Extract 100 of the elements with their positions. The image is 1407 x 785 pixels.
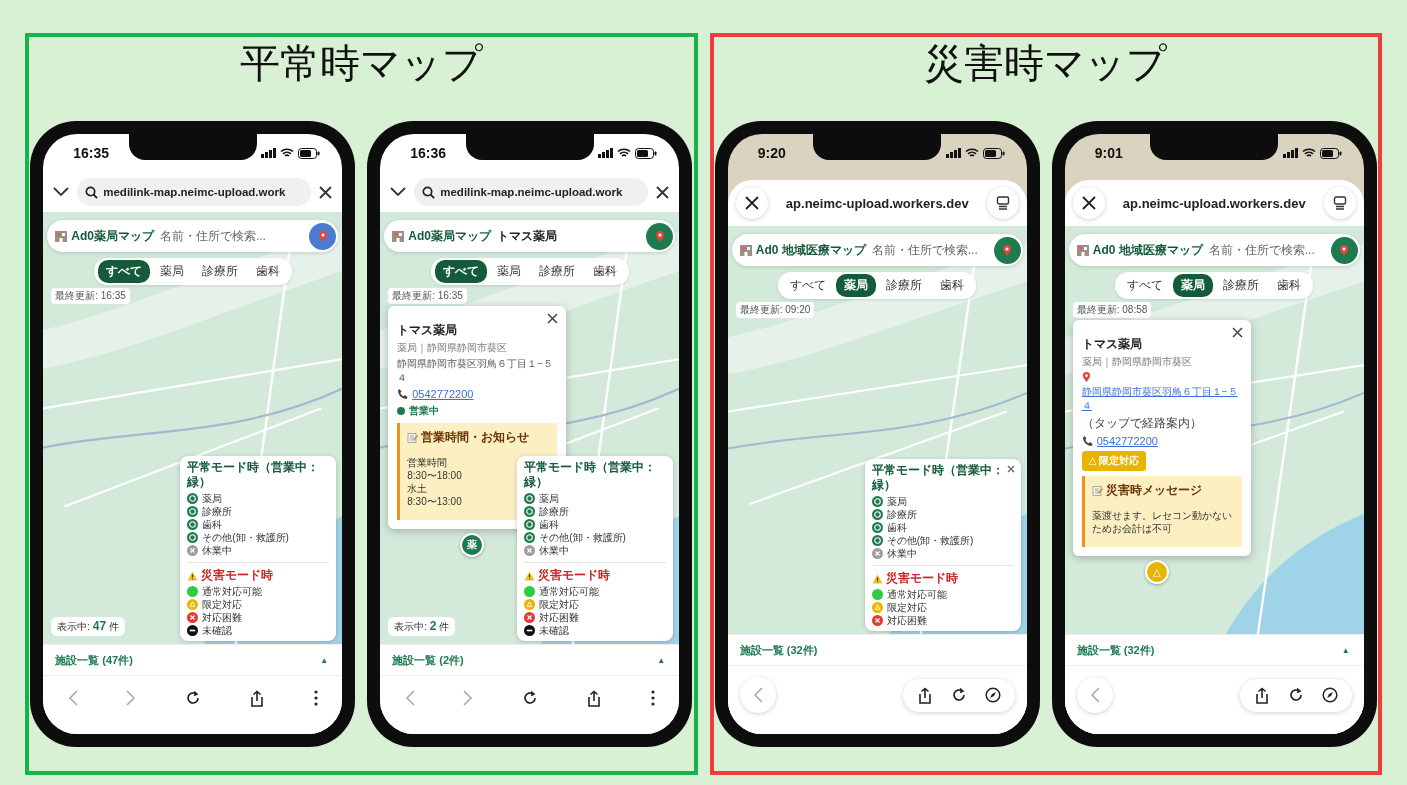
facility-name: トマス薬局 (1081, 336, 1143, 353)
filter-chip[interactable]: すべて (97, 260, 150, 283)
close-icon (1081, 196, 1096, 210)
phone-icon (397, 388, 410, 400)
url-text[interactable]: ap.neimc-upload.workers.dev (1110, 195, 1318, 211)
facility-list-title[interactable]: 施設一覧 (32件) (739, 642, 818, 658)
filter-chip[interactable]: 診療所 (530, 260, 583, 283)
filter-chip[interactable]: 診療所 (193, 260, 246, 283)
close-button[interactable] (545, 311, 561, 326)
wifi-icon (280, 148, 295, 158)
legend-label: 診療所 (539, 504, 570, 519)
legend-label: 通常対応可能 (539, 584, 600, 599)
notice-text: 水土 (407, 482, 428, 495)
filter-chip[interactable]: 歯科 (584, 260, 625, 283)
building-icon (54, 229, 69, 243)
legend-label: 限定対応 (539, 597, 580, 612)
pin-icon (1339, 243, 1350, 257)
filter-chip[interactable]: すべて (434, 260, 487, 283)
legend-label: 休業中 (886, 546, 917, 561)
filter-chip[interactable]: 診療所 (1215, 274, 1268, 297)
search-field[interactable]: トマス薬局 (493, 229, 644, 243)
warning-icon (871, 573, 883, 584)
phone-link[interactable]: 0542772200 (412, 388, 474, 400)
notice-title: 災害時メッセージ (1105, 482, 1202, 499)
filter-chip[interactable]: すべて (782, 274, 835, 297)
facility-list-title[interactable]: 施設一覧 (47件) (55, 652, 133, 668)
memo-icon (1091, 485, 1103, 496)
legend-label: 診療所 (886, 507, 917, 522)
expand-toggle[interactable]: ▲ (1339, 643, 1352, 657)
app-title: Ad0 地域医療マップ (755, 241, 866, 259)
close-icon (319, 185, 333, 199)
status-time: 9:01 (1094, 145, 1123, 161)
legend-label: その他(卸・救護所) (202, 530, 289, 545)
legend-title: 平常モード時（営業中：緑） (524, 460, 658, 490)
status-time: 16:36 (410, 145, 447, 161)
facility-list-title[interactable]: 施設一覧 (2件) (392, 652, 464, 668)
url-text[interactable]: ap.neimc-upload.workers.dev (773, 195, 981, 211)
filter-chip[interactable]: 薬局 (1173, 274, 1214, 297)
filter-chip[interactable]: 歯科 (932, 274, 973, 297)
filter-chip[interactable]: 歯科 (1269, 274, 1310, 297)
legend-label: 歯科 (202, 517, 223, 532)
legend-label: 薬局 (202, 491, 223, 506)
search-field[interactable]: 名前・住所で検索... (1205, 243, 1328, 257)
locate-button[interactable] (1330, 236, 1358, 264)
status-time: 16:35 (73, 145, 110, 161)
status-badge: △ 限定対応 (1081, 451, 1147, 471)
phone-link[interactable]: 0542772200 (1096, 435, 1158, 447)
tabs-button[interactable] (986, 187, 1019, 219)
close-button[interactable] (735, 187, 768, 219)
filter-chip[interactable]: 薬局 (836, 274, 877, 297)
status-time: 9:20 (757, 145, 786, 161)
pin-icon (1081, 371, 1091, 383)
legend-label: 未確認 (539, 623, 570, 638)
panel-title: 平常時マップ (239, 40, 483, 87)
notice-title: 営業時間・お知らせ (421, 429, 530, 446)
expand-toggle[interactable]: ▲ (655, 653, 668, 667)
app-title: Ad0薬局マップ (71, 227, 154, 245)
expand-toggle[interactable]: ▲ (318, 653, 331, 667)
locate-button[interactable] (309, 222, 337, 250)
legend-label: 対応困難 (539, 610, 580, 625)
legend-label: 歯科 (886, 520, 907, 535)
filter-chip[interactable]: 歯科 (247, 260, 288, 283)
filter-chip[interactable]: 薬局 (488, 260, 529, 283)
legend-label: 歯科 (539, 517, 560, 532)
locate-button[interactable] (993, 236, 1021, 264)
close-icon (1231, 327, 1243, 338)
locate-button[interactable] (646, 222, 674, 250)
url-field[interactable]: medilink-map.neimc-upload.work (414, 178, 649, 206)
last-updated-label: 最終更新: 08:58 (1072, 302, 1152, 318)
battery-icon (635, 147, 658, 159)
search-field[interactable]: 名前・住所で検索... (156, 229, 307, 243)
filter-chip[interactable]: すべて (1119, 274, 1172, 297)
close-icon (744, 196, 759, 210)
close-button[interactable] (1072, 187, 1105, 219)
facility-name: トマス薬局 (397, 322, 459, 339)
legend-title: 災害モード時 (201, 568, 274, 583)
facility-list-title[interactable]: 施設一覧 (32件) (1076, 642, 1155, 658)
chevron-left-icon (67, 690, 78, 706)
close-button[interactable] (1229, 325, 1245, 340)
facility-category: 薬局｜静岡県静岡市葵区 (397, 341, 509, 355)
reload-icon (1287, 687, 1304, 703)
share-icon (1253, 686, 1270, 704)
close-icon (656, 185, 670, 199)
more-icon (313, 690, 318, 706)
reload-icon (184, 690, 201, 706)
share-icon (916, 686, 933, 704)
chevron-right-icon (126, 690, 137, 706)
status-label: 営業中 (409, 404, 440, 418)
signal-icon (1282, 148, 1298, 158)
battery-icon (1319, 147, 1342, 159)
filter-chip[interactable]: 薬局 (151, 260, 192, 283)
close-icon (1006, 465, 1015, 473)
legend-label: 限定対応 (886, 600, 927, 615)
filter-chip[interactable]: 診療所 (878, 274, 931, 297)
tabs-icon (995, 196, 1010, 210)
tabs-button[interactable] (1323, 187, 1356, 219)
search-field[interactable]: 名前・住所で検索... (868, 243, 991, 257)
pin-icon (654, 229, 665, 243)
url-field[interactable]: medilink-map.neimc-upload.work (77, 178, 312, 206)
address-link[interactable]: 静岡県静岡市葵区羽鳥６丁目１−５４ (1081, 385, 1242, 413)
